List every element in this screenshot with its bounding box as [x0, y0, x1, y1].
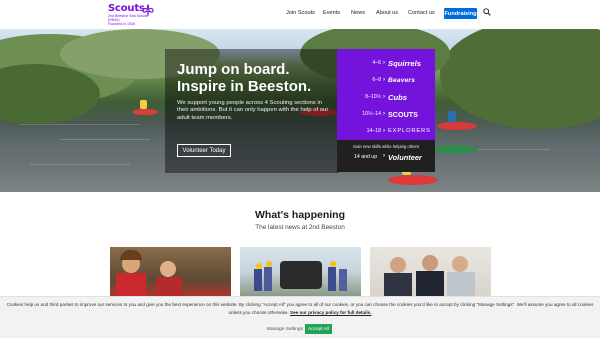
news-photo-emoji-face [266, 261, 272, 267]
hero-title-line-1: Jump on board. [177, 61, 290, 78]
accept-all-button[interactable]: Accept All [305, 324, 332, 334]
news-photo-face [390, 257, 406, 273]
volunteer-label: Volunteer [388, 153, 422, 162]
news-card-2[interactable] [240, 247, 361, 301]
volunteer-age: 14 and up [354, 154, 378, 160]
section-age: 8–10½ [365, 94, 381, 100]
chevron-right-icon: › [383, 128, 385, 134]
news-photo-face [422, 255, 438, 271]
section-row-beavers[interactable]: 6–8 › Beavers [337, 73, 435, 87]
page: Scouts 2nd Beeston Sea Scouts (RN40) Fou… [0, 0, 600, 338]
section-name-cubs: Cubs [388, 92, 407, 102]
group-founded: Founded in 1928 [108, 22, 135, 26]
chevron-right-icon: › [383, 111, 385, 117]
news-photo-person [339, 269, 347, 291]
manage-settings-button[interactable]: Manage Settings [267, 327, 303, 332]
news-card-3[interactable] [370, 247, 491, 301]
news-photo-car [280, 261, 322, 289]
site-header: Scouts 2nd Beeston Sea Scouts (RN40) Fou… [0, 0, 600, 30]
section-age: 4–6 [372, 60, 381, 66]
hero-body: We support young people across 4 Scoutin… [177, 100, 329, 121]
section-name-explorers: EXPLORERS [388, 128, 431, 134]
section-row-explorers[interactable]: 14–18 › EXPLORERS [337, 124, 435, 138]
section-row-cubs[interactable]: 8–10½ › Cubs [337, 90, 435, 104]
logo-wordmark: Scouts [108, 3, 145, 14]
section-row-squirrels[interactable]: 4–6 › Squirrels [337, 56, 435, 70]
section-age: 14–18 [366, 128, 381, 134]
nav-about-us[interactable]: About us [376, 10, 398, 16]
fundraising-button[interactable]: Fundraising [444, 8, 477, 19]
news-photo-face [452, 256, 468, 272]
news-photo-face [160, 261, 176, 277]
chevron-right-icon: › [383, 60, 385, 66]
nav-events[interactable]: Events [323, 10, 340, 16]
volunteer-panel[interactable]: Gain new skills while helping others 14 … [337, 140, 435, 172]
news-photo-person [328, 267, 336, 291]
hero-title-line-2: Inspire in Beeston. [177, 78, 312, 95]
nav-join-scouts[interactable]: Join Scouts [286, 10, 315, 16]
chevron-right-icon: › [383, 77, 385, 83]
search-icon[interactable] [483, 8, 491, 16]
section-name-squirrels: Squirrels [388, 58, 421, 68]
news-photo-emoji-face [330, 261, 336, 267]
chevron-right-icon: › [383, 153, 385, 159]
section-age: 6–8 [372, 77, 381, 83]
news-subheading: The latest news at 2nd Beeston [255, 224, 345, 231]
privacy-policy-link[interactable]: See our privacy policy for full details. [290, 310, 371, 315]
section-name-beavers: Beavers [388, 76, 416, 84]
news-card-1[interactable] [110, 247, 231, 301]
nav-contact-us[interactable]: Contact us [408, 10, 435, 16]
news-heading: What's happening [255, 209, 345, 221]
volunteer-today-button[interactable]: Volunteer Today [177, 144, 231, 157]
section-age: 10½–14 [362, 111, 381, 117]
chevron-right-icon: › [383, 94, 385, 100]
news-photo-person [254, 269, 262, 291]
section-row-scouts[interactable]: 10½–14 › SCOUTS [337, 107, 435, 121]
news-photo-person [264, 267, 272, 291]
nav-news[interactable]: News [351, 10, 365, 16]
scouts-logo[interactable]: Scouts 2nd Beeston Sea Scouts (RN40) Fou… [108, 3, 188, 29]
news-photo-hair [120, 250, 142, 260]
hero-title: Jump on board. Inspire in Beeston. [177, 61, 337, 95]
news-photo-emoji-face [256, 263, 262, 269]
section-name-scouts: SCOUTS [388, 109, 418, 119]
volunteer-note: Gain new skills while helping others [352, 144, 420, 149]
cookie-text-block: Cookies help us and third parties to imp… [4, 301, 596, 316]
